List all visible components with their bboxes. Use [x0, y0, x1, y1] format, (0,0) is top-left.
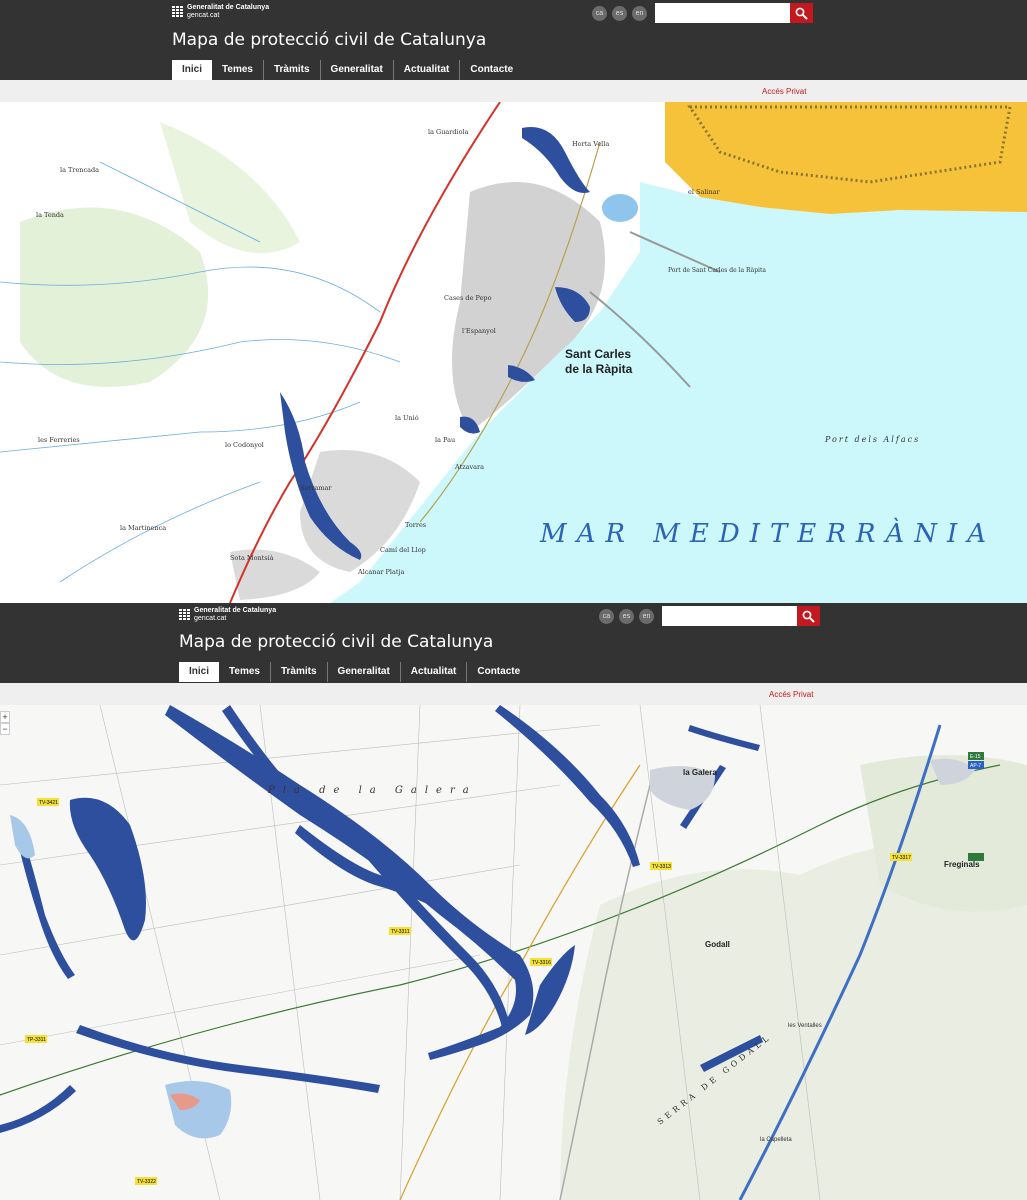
place-label: la Unió	[395, 414, 419, 422]
place-label: l'Espanyol	[462, 327, 496, 335]
road-badge-label: TV-3421	[39, 800, 58, 806]
nav-item-inici[interactable]: Inici	[179, 662, 220, 682]
private-access-bar: Accés Privat	[0, 683, 1027, 705]
plain-label: Pla de la Galera	[267, 785, 477, 796]
private-access-bar: Accés Privat	[0, 80, 1027, 102]
site-title[interactable]: Mapa de protecció civil de Catalunya	[172, 30, 486, 50]
nav-item-inici[interactable]: Inici	[172, 60, 213, 80]
road-badge-label: TV-3313	[652, 864, 671, 870]
road-badge-label: TV-3317	[892, 855, 911, 861]
town-label-line2: de la Ràpita	[565, 362, 633, 376]
place-label: Horta Vella	[572, 140, 609, 148]
lang-ca-button[interactable]: ca	[592, 6, 607, 21]
lang-es-button[interactable]: es	[612, 6, 627, 21]
place-label: la Pau	[435, 436, 455, 444]
place-label: la Tenda	[36, 211, 64, 219]
road-badge-label: TV-3311	[391, 929, 410, 935]
nav-item-tramits[interactable]: Tràmits	[271, 662, 328, 682]
gencat-emblem-icon	[172, 6, 183, 18]
lagoon	[602, 194, 638, 222]
place-label: Torres	[405, 521, 426, 529]
gencat-emblem-icon	[179, 609, 190, 621]
place-label: Alcanar Platja	[357, 568, 404, 576]
map-viewer[interactable]: MAR MEDITERRÀNIA Sant Carles de la Ràpit…	[0, 102, 1027, 603]
nav-item-tramits[interactable]: Tràmits	[264, 60, 321, 80]
main-nav: Inici Temes Tràmits Generalitat Actualit…	[179, 662, 530, 682]
road-badge-label: E-15	[970, 754, 981, 760]
place-label: Cases de Pepo	[444, 294, 492, 302]
search-box	[662, 606, 820, 626]
brand-domain: gencat.cat	[187, 12, 220, 19]
place-label: la Martinenca	[120, 524, 166, 532]
brand-name: Generalitat de Catalunya	[187, 4, 270, 11]
port-label: Port dels Alfacs	[824, 435, 920, 444]
main-nav: Inici Temes Tràmits Generalitat Actualit…	[172, 60, 523, 80]
place-label: les Ventalles	[788, 1023, 822, 1029]
private-access-link[interactable]: Accés Privat	[762, 87, 806, 96]
brand-domain: gencat.cat	[194, 615, 227, 622]
zoom-in-icon: +	[2, 712, 8, 722]
language-switcher: ca es en	[599, 609, 654, 624]
search-input[interactable]	[655, 3, 790, 23]
place-label: Atzavara	[454, 463, 484, 471]
place-label: Serramar	[300, 484, 332, 492]
site-header: Generalitat de Catalunya gencat.cat ca e…	[0, 603, 1027, 683]
town-label: Godall	[705, 940, 730, 949]
place-label: la Guardiola	[428, 128, 469, 136]
lang-en-button[interactable]: en	[639, 609, 654, 624]
lang-es-button[interactable]: es	[619, 609, 634, 624]
road-badge-label: TV-3322	[137, 1179, 156, 1185]
private-access-link[interactable]: Accés Privat	[769, 690, 813, 699]
gencat-logo[interactable]: Generalitat de Catalunya gencat.cat	[172, 4, 269, 20]
town-label: Freginals	[944, 860, 980, 869]
place-label: Sota Montsià	[230, 553, 274, 562]
search-button[interactable]	[797, 606, 820, 626]
brand-name: Generalitat de Catalunya	[194, 607, 277, 614]
gencat-logo[interactable]: Generalitat de Catalunya gencat.cat	[179, 607, 276, 623]
screenshot-top: Generalitat de Catalunya gencat.cat ca e…	[0, 0, 1027, 603]
nav-item-contacte[interactable]: Contacte	[467, 662, 530, 682]
search-input[interactable]	[662, 606, 797, 626]
road-badge-label: AP-7	[970, 763, 981, 769]
place-label: Port de Sant Carles de la Ràpita	[668, 267, 766, 274]
language-switcher: ca es en	[592, 6, 647, 21]
town-label: la Galera	[683, 768, 717, 777]
town-label-line1: Sant Carles	[565, 347, 631, 361]
site-title[interactable]: Mapa de protecció civil de Catalunya	[179, 632, 493, 652]
topographic-map[interactable]: MAR MEDITERRÀNIA Sant Carles de la Ràpit…	[0, 102, 1027, 603]
search-button[interactable]	[790, 3, 813, 23]
nav-item-actualitat[interactable]: Actualitat	[394, 60, 461, 80]
place-label: lo Codonyol	[225, 441, 264, 449]
map-viewer[interactable]: Pla de la Galera la Galera Godall Fregin…	[0, 705, 1027, 1200]
lang-ca-button[interactable]: ca	[599, 609, 614, 624]
nav-item-contacte[interactable]: Contacte	[460, 60, 523, 80]
search-box	[655, 3, 813, 23]
place-label: la Capelleta	[760, 1137, 792, 1143]
road-badge-label: TV-3316	[532, 960, 551, 966]
sea-label: MAR MEDITERRÀNIA	[539, 517, 996, 549]
place-label: les Ferreries	[38, 436, 80, 444]
nav-item-temes[interactable]: Temes	[219, 662, 271, 682]
nav-item-actualitat[interactable]: Actualitat	[401, 662, 468, 682]
nav-item-generalitat[interactable]: Generalitat	[328, 662, 401, 682]
zoom-in-button[interactable]: +	[0, 711, 10, 723]
search-icon	[802, 610, 815, 623]
search-icon	[795, 7, 808, 20]
place-label: la Trencada	[60, 166, 99, 174]
road-badge	[968, 853, 984, 861]
road-badge-label: TP-3311	[27, 1037, 46, 1043]
topographic-map[interactable]: Pla de la Galera la Galera Godall Fregin…	[0, 705, 1027, 1200]
site-header: Generalitat de Catalunya gencat.cat ca e…	[0, 0, 1027, 80]
place-label: el Salinar	[688, 188, 721, 196]
nav-item-temes[interactable]: Temes	[212, 60, 264, 80]
zoom-out-icon: −	[2, 724, 8, 734]
nav-item-generalitat[interactable]: Generalitat	[321, 60, 394, 80]
place-label: Camí del Llop	[380, 546, 426, 554]
zoom-out-button[interactable]: −	[0, 723, 10, 735]
screenshot-bottom: Generalitat de Catalunya gencat.cat ca e…	[0, 603, 1027, 1200]
lang-en-button[interactable]: en	[632, 6, 647, 21]
hazard-zone	[665, 102, 1027, 214]
